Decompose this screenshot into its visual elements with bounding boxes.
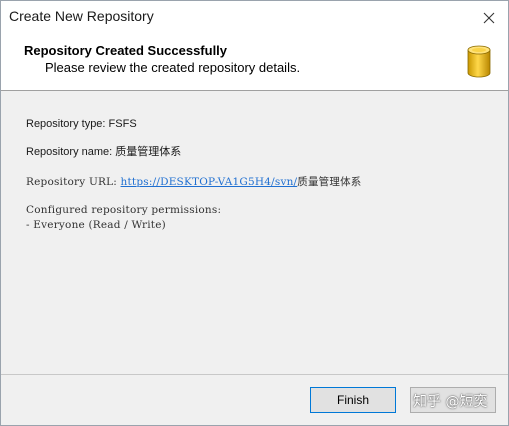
repository-url-line: Repository URL: https://DESKTOP-VA1G5H4/… xyxy=(26,174,361,189)
repository-name-value: 质量管理体系 xyxy=(115,146,182,158)
header-title: Repository Created Successfully xyxy=(24,43,228,58)
close-icon xyxy=(483,12,495,23)
watermark: 知乎 @短奕 xyxy=(413,394,488,410)
repository-type-label: Repository type: xyxy=(26,118,109,130)
footer-divider xyxy=(1,374,508,375)
permissions-heading: Configured repository permissions: xyxy=(26,204,222,216)
finish-button[interactable]: Finish xyxy=(310,387,396,413)
title-bar: Create New Repository xyxy=(1,1,508,34)
repository-type-value: FSFS xyxy=(108,118,137,130)
repository-name-line: Repository name: 质量管理体系 xyxy=(26,143,181,159)
details-panel: Repository type: FSFS Repository name: 质… xyxy=(1,91,508,373)
close-button[interactable] xyxy=(470,1,508,34)
header-subtitle: Please review the created repository det… xyxy=(45,60,301,75)
repository-url-suffix: 质量管理体系 xyxy=(297,176,362,188)
create-repository-dialog: Create New Repository Repository Created… xyxy=(0,0,509,426)
repository-name-label: Repository name: xyxy=(26,146,116,158)
window-title: Create New Repository xyxy=(9,8,154,24)
repository-url-link[interactable]: https://DESKTOP-VA1G5H4/svn/ xyxy=(121,176,298,188)
repository-type-line: Repository type: FSFS xyxy=(26,118,137,130)
repository-url-label: Repository URL: xyxy=(26,176,121,188)
permissions-entry: - Everyone (Read / Write) xyxy=(26,219,166,231)
database-icon xyxy=(467,45,491,78)
wizard-header: Repository Created Successfully Please r… xyxy=(1,34,508,91)
